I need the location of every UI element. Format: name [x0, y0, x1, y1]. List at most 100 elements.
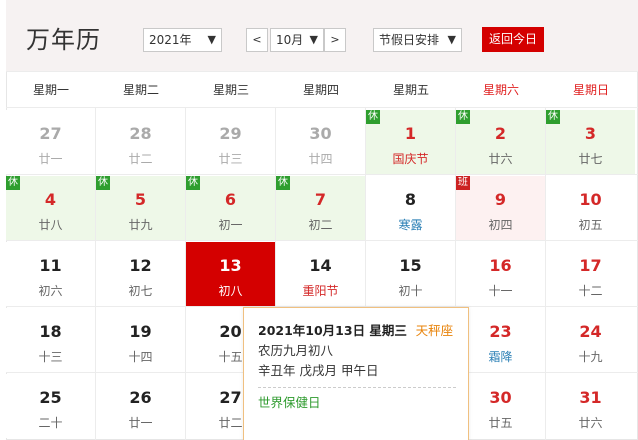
day-number: 17: [579, 256, 602, 275]
calendar-day-cell[interactable]: 14 重阳节: [276, 242, 365, 306]
calendar-day-cell[interactable]: 29 廿三: [186, 110, 275, 174]
next-month-button[interactable]: >: [324, 28, 346, 52]
weekday-header: 星期一 星期二 星期三 星期四 星期五 星期六 星期日: [6, 72, 638, 108]
day-number: 26: [129, 388, 152, 407]
day-number: 28: [129, 124, 152, 143]
lunar-date: 初八: [218, 284, 243, 298]
day-number: 25: [39, 388, 62, 407]
month-select[interactable]: 10月 ▼: [270, 28, 324, 52]
calendar-day-cell[interactable]: 15 初十: [366, 242, 455, 306]
day-number: 24: [579, 322, 602, 341]
day-number: 3: [584, 124, 597, 143]
lunar-date: 寒露: [398, 218, 423, 232]
calendar-day-cell[interactable]: 31 廿六: [546, 374, 635, 438]
popup-festival: 世界保健日: [258, 395, 321, 410]
year-select[interactable]: 2021年 ▼: [143, 28, 222, 52]
page-title: 万年历: [26, 26, 101, 54]
calendar-day-cell[interactable]: 13 初八: [186, 242, 275, 306]
lunar-date: 霜降: [488, 350, 513, 364]
calendar-day-cell[interactable]: 休 7 初二: [276, 176, 365, 240]
chevron-down-icon: ▼: [309, 33, 318, 46]
lunar-date: 十二: [578, 284, 603, 298]
calendar-day-cell[interactable]: 11 初六: [6, 242, 95, 306]
day-number: 23: [489, 322, 512, 341]
calendar-day-cell[interactable]: 23 霜降: [456, 308, 545, 372]
lunar-date: 十三: [38, 350, 63, 364]
day-number: 15: [399, 256, 422, 275]
grid-divider: [95, 108, 96, 440]
rest-day-badge: 休: [366, 110, 380, 124]
lunar-date: 初四: [488, 218, 513, 232]
calendar-day-cell[interactable]: 班 9 初四: [456, 176, 545, 240]
lunar-date: 廿五: [488, 416, 513, 430]
lunar-date: 初一: [218, 218, 243, 232]
weekday-label: 星期日: [572, 83, 609, 97]
day-number: 2: [494, 124, 507, 143]
rest-day-badge: 休: [546, 110, 560, 124]
calendar-day-cell[interactable]: 28 廿二: [96, 110, 185, 174]
lunar-date: 廿二: [128, 152, 153, 166]
today-button[interactable]: 返回今日: [482, 27, 544, 52]
prev-month-button[interactable]: <: [246, 28, 268, 52]
rest-day-badge: 休: [456, 110, 470, 124]
day-number: 29: [219, 124, 242, 143]
calendar-day-cell[interactable]: 25 二十: [6, 374, 95, 438]
rest-day-badge: 休: [6, 176, 20, 190]
chevron-down-icon: ▼: [447, 33, 456, 46]
calendar-day-cell[interactable]: 26 廿一: [96, 374, 185, 438]
day-number: 10: [579, 190, 602, 209]
popup-date: 2021年10月13日 星期三 天秤座: [258, 322, 456, 339]
lunar-date: 初六: [38, 284, 63, 298]
calendar-day-cell[interactable]: 17 十二: [546, 242, 635, 306]
lunar-date: 廿一: [38, 152, 63, 166]
popup-divider: [258, 387, 456, 388]
lunar-date: 初七: [128, 284, 153, 298]
lunar-date: 初十: [398, 284, 423, 298]
weekday-label: 星期五: [392, 83, 429, 97]
day-number: 6: [224, 190, 237, 209]
chevron-down-icon: ▼: [207, 33, 216, 46]
calendar-day-cell[interactable]: 休 1 国庆节: [366, 110, 455, 174]
workday-badge: 班: [456, 176, 470, 190]
year-select-value: 2021年: [149, 33, 192, 47]
holiday-select[interactable]: 节假日安排 ▼: [373, 28, 462, 52]
calendar-day-cell[interactable]: 10 初五: [546, 176, 635, 240]
grid-divider: [6, 174, 638, 175]
weekday-label: 星期二: [122, 83, 159, 97]
calendar-day-cell[interactable]: 24 十九: [546, 308, 635, 372]
calendar-day-cell[interactable]: 19 十四: [96, 308, 185, 372]
lunar-date: 廿七: [578, 152, 603, 166]
lunar-date: 重阳节: [302, 284, 339, 298]
popup-zodiac: 天秤座: [415, 323, 454, 338]
calendar-day-cell[interactable]: 休 3 廿七: [546, 110, 635, 174]
calendar-day-cell[interactable]: 休 4 廿八: [6, 176, 95, 240]
popup-date-text: 2021年10月13日 星期三: [258, 323, 407, 338]
day-number: 9: [494, 190, 507, 209]
calendar-day-cell[interactable]: 12 初七: [96, 242, 185, 306]
lunar-date: 廿一: [128, 416, 153, 430]
day-number: 8: [404, 190, 417, 209]
day-number: 14: [309, 256, 332, 275]
rest-day-badge: 休: [276, 176, 290, 190]
lunar-date: 国庆节: [392, 152, 429, 166]
day-number: 5: [134, 190, 147, 209]
calendar-day-cell[interactable]: 休 6 初一: [186, 176, 275, 240]
lunar-date: 十一: [488, 284, 513, 298]
calendar-day-cell[interactable]: 8 寒露: [366, 176, 455, 240]
lunar-date: 十四: [128, 350, 153, 364]
calendar-day-cell[interactable]: 休 5 廿九: [96, 176, 185, 240]
grid-divider: [545, 108, 546, 440]
calendar-day-cell[interactable]: 16 十一: [456, 242, 545, 306]
lunar-date: 廿六: [488, 152, 513, 166]
calendar-day-cell[interactable]: 27 廿一: [6, 110, 95, 174]
calendar-day-cell[interactable]: 休 2 廿六: [456, 110, 545, 174]
day-number: 13: [219, 256, 242, 275]
day-number: 1: [404, 124, 417, 143]
weekday-label: 星期六: [482, 83, 519, 97]
grid-divider: [185, 108, 186, 440]
calendar-day-cell[interactable]: 18 十三: [6, 308, 95, 372]
calendar-day-cell[interactable]: 30 廿四: [276, 110, 365, 174]
lunar-date: 廿九: [128, 218, 153, 232]
day-number: 27: [39, 124, 62, 143]
calendar-day-cell[interactable]: 30 廿五: [456, 374, 545, 438]
